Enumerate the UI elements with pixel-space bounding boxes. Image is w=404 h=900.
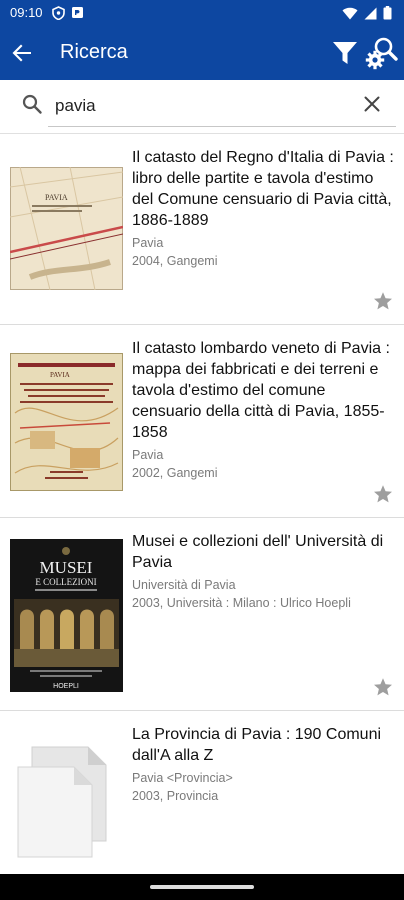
favorite-star-icon[interactable] [372, 483, 394, 505]
favorite-star-icon[interactable] [372, 290, 394, 312]
location-shield-icon [52, 6, 65, 20]
favorite-star-icon[interactable] [372, 676, 394, 698]
placeholder-document-icon [17, 746, 107, 858]
result-publication: 2003, Provincia [132, 789, 219, 803]
status-time: 09:10 [10, 5, 43, 20]
result-title: Il catasto lombardo veneto di Pavia : ma… [132, 340, 390, 441]
cover-title: PAVIA [45, 193, 68, 202]
result-place: Università di Pavia [132, 578, 236, 592]
search-input[interactable] [55, 90, 340, 122]
result-place: Pavia [132, 448, 164, 462]
search-bar [0, 80, 404, 134]
result-title: Il catasto del Regno d'Italia di Pavia :… [132, 149, 394, 229]
page-title: Ricerca [60, 41, 128, 63]
wifi-icon [342, 7, 358, 19]
result-item[interactable]: La Provincia di Pavia : 190 Comuni dall'… [0, 711, 404, 900]
result-publication: 2003, Università : Milano : Ulrico Hoepl… [132, 596, 351, 610]
cover-title: PAVIA [50, 371, 70, 379]
search-settings-icon[interactable] [364, 36, 398, 70]
signal-icon [364, 7, 377, 19]
result-item[interactable]: PAVIA Il catasto lombardo veneto di Pavi… [0, 325, 404, 518]
search-underline [48, 126, 396, 127]
back-arrow-icon[interactable] [8, 39, 36, 67]
result-publication: 2004, Gangemi [132, 254, 218, 268]
cover-title: MUSEI [40, 558, 93, 577]
book-cover-image: PAVIA [10, 167, 123, 290]
book-cover-image: PAVIA [10, 353, 123, 491]
result-item[interactable]: MUSEI E COLLEZIONI HOEPLI Musei e collez… [0, 518, 404, 711]
result-publication: 2002, Gangemi [132, 466, 218, 480]
notification-app-icon [72, 7, 83, 18]
book-cover-image: MUSEI E COLLEZIONI HOEPLI [10, 539, 123, 692]
cover-publisher: HOEPLI [53, 683, 79, 690]
status-bar: 09:10 [0, 0, 404, 26]
result-title: La Provincia di Pavia : 190 Comuni dall'… [132, 726, 382, 764]
result-title: Musei e collezioni dell' Università di P… [132, 533, 384, 571]
battery-icon [383, 6, 392, 20]
result-place: Pavia [132, 236, 164, 250]
results-list: PAVIA Il catasto del Regno d'Italia di P… [0, 134, 404, 900]
home-gesture-handle[interactable] [150, 885, 254, 889]
result-item[interactable]: PAVIA Il catasto del Regno d'Italia di P… [0, 134, 404, 325]
clear-icon[interactable] [360, 92, 384, 116]
app-bar: Ricerca [0, 26, 404, 80]
system-navigation-bar [0, 874, 404, 900]
cover-subtitle: E COLLEZIONI [35, 577, 96, 587]
search-icon [22, 94, 42, 114]
result-place: Pavia <Provincia> [132, 771, 233, 785]
filter-icon[interactable] [331, 39, 359, 67]
